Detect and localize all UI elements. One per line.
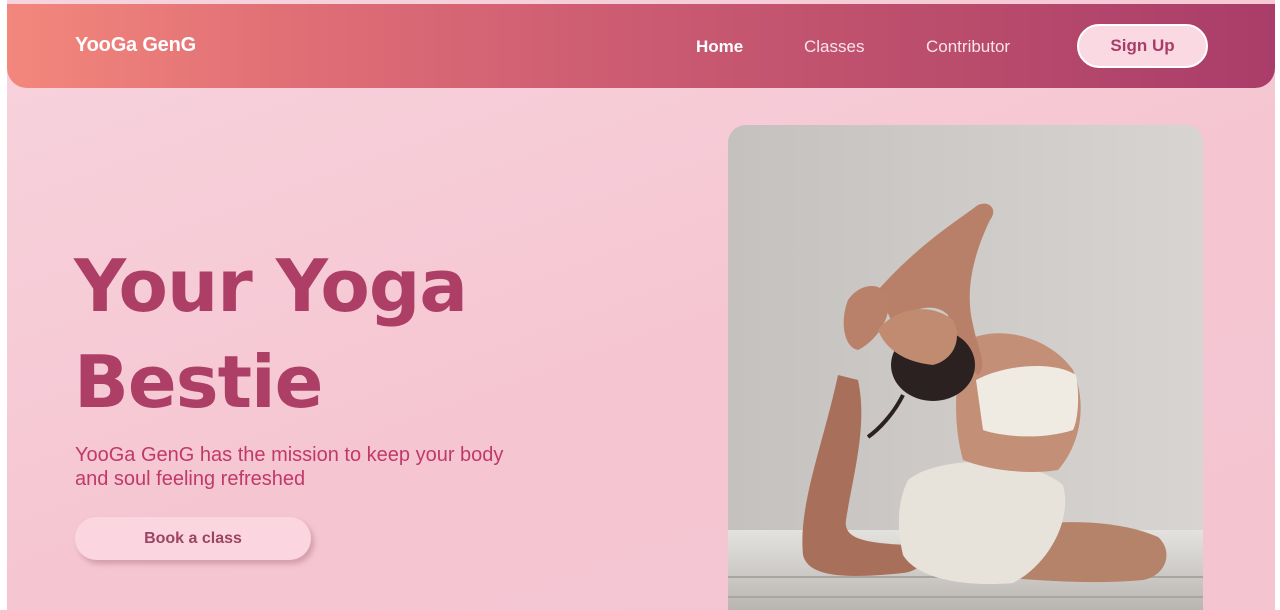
nav-link-classes[interactable]: Classes [804, 37, 864, 57]
nav-link-contributor[interactable]: Contributor [926, 37, 1010, 57]
book-class-button[interactable]: Book a class [75, 517, 311, 560]
sign-up-button[interactable]: Sign Up [1077, 24, 1208, 68]
hero-title: Your Yoga Bestie [74, 238, 634, 430]
nav-link-home[interactable]: Home [696, 37, 743, 57]
navbar: YooGa GenG Home Classes Contributor Sign… [7, 4, 1275, 88]
hero-title-line-1: Your Yoga [74, 244, 468, 328]
hero-subtitle: YooGa GenG has the mission to keep your … [75, 444, 504, 490]
yoga-pose-photo [728, 125, 1203, 610]
hero-title-line-2: Bestie [74, 340, 323, 424]
brand-logo[interactable]: YooGa GenG [75, 34, 196, 57]
